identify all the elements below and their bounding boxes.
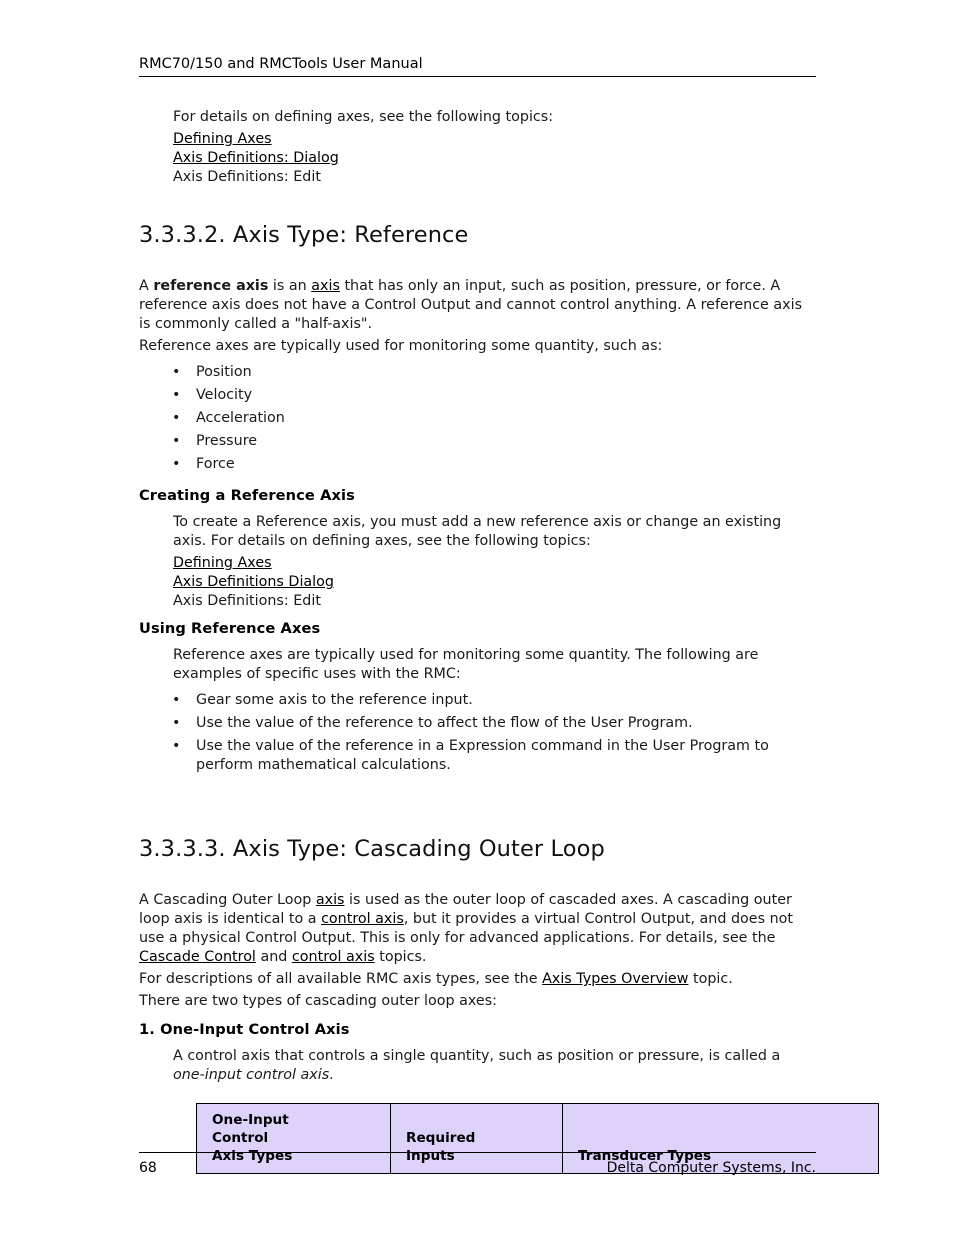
bullet-icon: • bbox=[172, 387, 181, 403]
list-item: • Velocity bbox=[139, 386, 816, 405]
one-input-block: A control axis that controls a single qu… bbox=[173, 1047, 816, 1085]
intro-lead: For details on defining axes, see the fo… bbox=[173, 109, 554, 125]
link-defining-axes[interactable]: Defining Axes bbox=[173, 131, 272, 147]
subheading-using-reference-axes: Using Reference Axes bbox=[139, 620, 321, 637]
creating-plain-row: Axis Definitions: Edit bbox=[173, 593, 321, 609]
bullet-icon: • bbox=[172, 456, 181, 472]
bullet-icon: • bbox=[172, 410, 181, 426]
bullet-icon: • bbox=[172, 715, 181, 731]
text-fragment: A Cascading Outer Loop bbox=[139, 892, 316, 908]
header-line: One-Input bbox=[212, 1112, 289, 1128]
list-item-label: Use the value of the reference in a Expr… bbox=[196, 738, 769, 773]
list-item: • Position bbox=[139, 363, 816, 382]
reference-intro-paragraph: A reference axis is an axis that has onl… bbox=[139, 277, 816, 334]
link-axis-definitions-dialog[interactable]: Axis Definitions Dialog bbox=[173, 574, 334, 590]
creating-paragraph: To create a Reference axis, you must add… bbox=[173, 514, 782, 549]
page-number: 68 bbox=[139, 1160, 157, 1176]
bullet-icon: • bbox=[172, 433, 181, 449]
text-fragment: is an bbox=[268, 278, 312, 294]
cascading-types-paragraph: There are two types of cascading outer l… bbox=[139, 993, 497, 1009]
heading-axis-type-reference: 3.3.3.2. Axis Type: Reference bbox=[139, 222, 469, 248]
text-fragment: . bbox=[329, 1067, 334, 1083]
term-reference-axis: reference axis bbox=[153, 278, 269, 294]
header-rule bbox=[139, 76, 816, 77]
footer-row: 68 Delta Computer Systems, Inc. bbox=[139, 1159, 816, 1177]
document-page: RMC70/150 and RMCTools User Manual For d… bbox=[0, 0, 954, 1235]
header-line: Required bbox=[406, 1130, 476, 1146]
list-item: • Pressure bbox=[139, 432, 816, 451]
header-line: Control bbox=[212, 1130, 269, 1146]
term-one-input-control-axis: one-input control axis bbox=[173, 1067, 330, 1083]
list-item-label: Velocity bbox=[196, 387, 253, 403]
text-fragment: topics. bbox=[374, 949, 427, 965]
bullet-icon: • bbox=[172, 692, 181, 708]
text-fragment: and bbox=[255, 949, 292, 965]
bullet-icon: • bbox=[172, 738, 181, 754]
text-fragment: A bbox=[139, 278, 154, 294]
subheading-one-input-control-axis: 1. One-Input Control Axis bbox=[139, 1021, 350, 1038]
link-axis-types-overview[interactable]: Axis Types Overview bbox=[542, 971, 688, 987]
bullet-icon: • bbox=[172, 364, 181, 380]
link-axis[interactable]: axis bbox=[316, 892, 345, 908]
link-axis[interactable]: axis bbox=[311, 278, 340, 294]
list-item: • Use the value of the reference to affec… bbox=[139, 714, 816, 733]
link-defining-axes[interactable]: Defining Axes bbox=[173, 555, 272, 571]
list-item: • Use the value of the reference in a Exp… bbox=[139, 737, 816, 775]
using-paragraph: Reference axes are typically used for mo… bbox=[173, 647, 759, 682]
subheading-creating-a-reference-axis: Creating a Reference Axis bbox=[139, 487, 355, 504]
creating-link-row: Axis Definitions Dialog bbox=[173, 573, 816, 592]
page-content: For details on defining axes, see the fo… bbox=[139, 108, 879, 1174]
list-item: • Force bbox=[139, 455, 816, 474]
text-fragment: A control axis that controls a single qu… bbox=[173, 1048, 781, 1064]
running-header-title: RMC70/150 and RMCTools User Manual bbox=[139, 56, 423, 72]
text-fragment: topic. bbox=[688, 971, 733, 987]
intro-block: For details on defining axes, see the fo… bbox=[173, 108, 816, 187]
list-item-label: Pressure bbox=[196, 433, 258, 449]
link-control-axis[interactable]: control axis bbox=[292, 949, 375, 965]
heading-axis-type-cascading-outer-loop: 3.3.3.3. Axis Type: Cascading Outer Loop bbox=[139, 836, 605, 862]
footer-company: Delta Computer Systems, Inc. bbox=[606, 1160, 816, 1176]
link-axis-definitions-dialog[interactable]: Axis Definitions: Dialog bbox=[173, 150, 339, 166]
list-item-label: Acceleration bbox=[196, 410, 285, 426]
list-item: • Acceleration bbox=[139, 409, 816, 428]
intro-link-row: Defining Axes bbox=[173, 130, 816, 149]
one-input-paragraph: A control axis that controls a single qu… bbox=[173, 1047, 816, 1085]
intro-plain-row: Axis Definitions: Edit bbox=[173, 169, 321, 185]
list-item-label: Use the value of the reference to affect… bbox=[196, 715, 693, 731]
using-examples-list: • Gear some axis to the reference input. … bbox=[139, 691, 816, 775]
list-item-label: Force bbox=[196, 456, 235, 472]
reference-monitoring-paragraph: Reference axes are typically used for mo… bbox=[139, 338, 663, 354]
text-fragment: For descriptions of all available RMC ax… bbox=[139, 971, 543, 987]
link-cascade-control[interactable]: Cascade Control bbox=[139, 949, 256, 965]
using-block: Reference axes are typically used for mo… bbox=[173, 646, 816, 684]
footer-rule bbox=[139, 1152, 816, 1153]
reference-quantity-list: • Position • Velocity • Acceleration • Press… bbox=[139, 363, 816, 474]
page-footer: 68 Delta Computer Systems, Inc. bbox=[139, 1152, 816, 1177]
creating-link-row: Defining Axes bbox=[173, 554, 816, 573]
list-item-label: Position bbox=[196, 364, 252, 380]
list-item: • Gear some axis to the reference input. bbox=[139, 691, 816, 710]
cascading-overview-paragraph: For descriptions of all available RMC ax… bbox=[139, 970, 816, 989]
running-header: RMC70/150 and RMCTools User Manual bbox=[139, 55, 816, 77]
link-control-axis[interactable]: control axis bbox=[321, 911, 404, 927]
creating-block: To create a Reference axis, you must add… bbox=[173, 513, 816, 611]
list-item-label: Gear some axis to the reference input. bbox=[196, 692, 473, 708]
cascading-intro-paragraph: A Cascading Outer Loop axis is used as t… bbox=[139, 891, 816, 967]
intro-link-row: Axis Definitions: Dialog bbox=[173, 149, 816, 168]
